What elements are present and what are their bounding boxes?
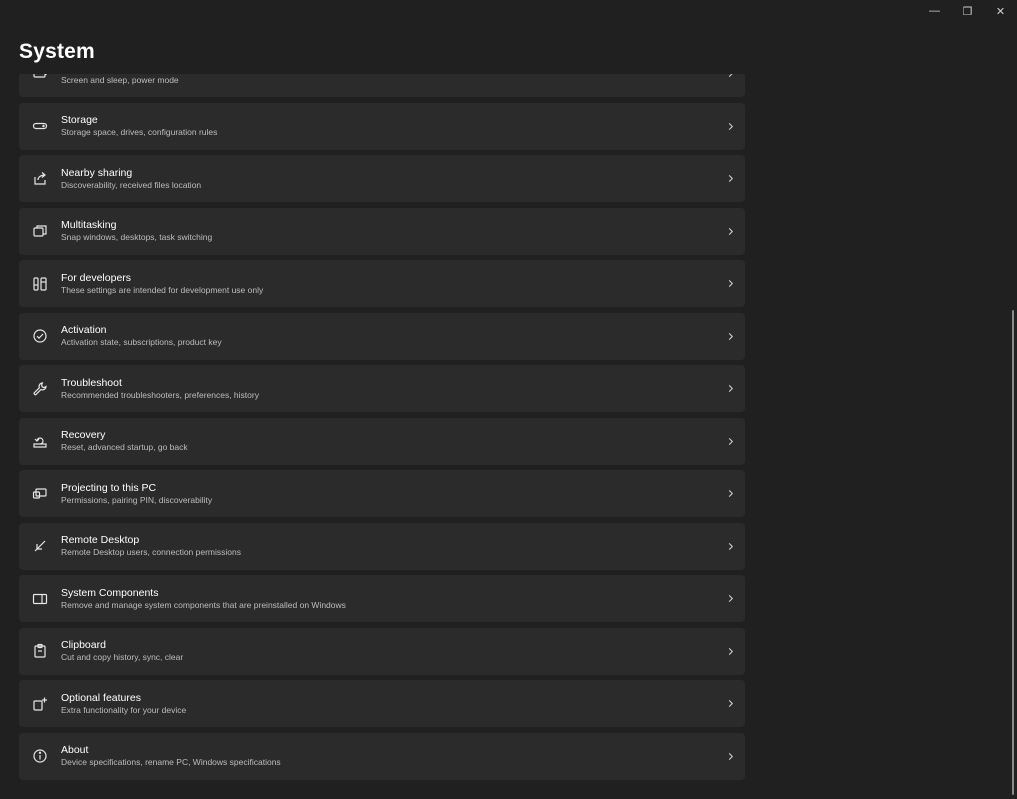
settings-item-optional-features[interactable]: Optional features Extra functionality for…: [19, 680, 745, 727]
info-icon: [19, 748, 61, 764]
settings-item-title: Storage: [61, 114, 98, 126]
settings-item-description: Snap windows, desktops, task switching: [61, 232, 213, 242]
settings-item-troubleshoot[interactable]: Troubleshoot Recommended troubleshooters,…: [19, 365, 745, 412]
settings-item-text: About Device specifications, rename PC, W…: [61, 744, 715, 768]
settings-item-text: Multitasking Snap windows, desktops, task…: [61, 219, 715, 243]
settings-item-power-battery[interactable]: Power & batteryScreen and sleep, power m…: [19, 74, 745, 97]
share-icon: [19, 171, 61, 187]
settings-item-title: Projecting to this PC: [61, 481, 157, 494]
settings-item-description: Cut and copy history, sync, clear: [61, 652, 184, 662]
developer-icon: [19, 276, 61, 292]
chevron-right-icon: [715, 332, 745, 341]
settings-item-system-components[interactable]: System Components Remove and manage syste…: [19, 575, 745, 622]
settings-list-viewport: Power & batteryScreen and sleep, power m…: [19, 74, 745, 799]
chevron-right-icon: [715, 437, 745, 446]
settings-item-title: Clipboard: [61, 639, 106, 651]
settings-item-title: Troubleshoot: [61, 376, 122, 389]
chevron-right-icon: [715, 384, 745, 393]
settings-item-title: About: [61, 744, 89, 756]
settings-item-text: Power & batteryScreen and sleep, power m…: [61, 74, 715, 86]
close-button[interactable]: ✕: [984, 0, 1017, 22]
settings-item-text: For developers These settings are intende…: [61, 272, 715, 296]
settings-item-for-developers[interactable]: For developers These settings are intende…: [19, 260, 745, 307]
settings-item-title: For developers: [61, 271, 132, 284]
settings-item-description: Remote Desktop users, connection permiss…: [61, 547, 241, 557]
settings-item-remote-desktop[interactable]: Remote Desktop Remote Desktop users, conn…: [19, 522, 745, 570]
settings-item-about[interactable]: About Device specifications, rename PC, W…: [19, 732, 745, 780]
settings-item-storage[interactable]: Storage Storage space, drives, configurat…: [19, 102, 745, 150]
settings-item-text: Projecting to this PC Permissions, pairin…: [61, 482, 715, 506]
page-title: System: [19, 40, 95, 63]
wrench-icon: [19, 381, 61, 397]
chevron-right-icon: [715, 647, 745, 656]
settings-item-description: Device specifications, rename PC, Window…: [61, 757, 281, 767]
settings-item-multitasking[interactable]: Multitasking Snap windows, desktops, task…: [19, 207, 745, 255]
remote-desktop-icon: [19, 538, 61, 554]
chevron-right-icon: [715, 279, 745, 288]
settings-item-clipboard[interactable]: Clipboard Cut and copy history, sync, cle…: [19, 627, 745, 675]
settings-item-text: Optional features Extra functionality for…: [61, 692, 715, 716]
settings-item-description: Permissions, pairing PIN, discoverabilit…: [61, 494, 213, 505]
chevron-right-icon: [715, 74, 745, 78]
settings-item-title: Nearby sharing: [61, 166, 133, 179]
chevron-right-icon: [715, 227, 745, 236]
clipboard-icon: [19, 643, 61, 659]
settings-item-description: Discoverability, received files location: [61, 179, 202, 190]
multitasking-icon: [19, 223, 61, 239]
power-icon: [19, 74, 61, 82]
chevron-right-icon: [715, 542, 745, 551]
settings-item-title: Recovery: [61, 429, 106, 441]
settings-item-title: Activation: [61, 324, 107, 336]
settings-item-text: Clipboard Cut and copy history, sync, cle…: [61, 639, 715, 663]
settings-item-description: Screen and sleep, power mode: [61, 74, 179, 85]
settings-item-text: System Components Remove and manage syste…: [61, 587, 715, 611]
settings-item-title: System Components: [61, 586, 159, 599]
settings-item-nearby-sharing[interactable]: Nearby sharing Discoverability, received …: [19, 155, 745, 202]
recovery-icon: [19, 433, 61, 449]
settings-item-text: Activation Activation state, subscription…: [61, 324, 715, 348]
settings-item-activation[interactable]: Activation Activation state, subscription…: [19, 312, 745, 360]
restore-button[interactable]: ❐: [951, 0, 984, 22]
components-icon: [19, 591, 61, 607]
settings-item-description: These settings are intended for developm…: [61, 284, 264, 295]
settings-item-text: Troubleshoot Recommended troubleshooters,…: [61, 377, 715, 401]
settings-item-description: Reset, advanced startup, go back: [61, 442, 188, 452]
settings-item-text: Storage Storage space, drives, configurat…: [61, 114, 715, 138]
settings-item-description: Extra functionality for your device: [61, 704, 187, 715]
settings-item-text: Nearby sharing Discoverability, received …: [61, 167, 715, 191]
settings-item-recovery[interactable]: Recovery Reset, advanced startup, go back: [19, 417, 745, 465]
chevron-right-icon: [715, 174, 745, 183]
window-controls: — ❐ ✕: [918, 0, 1017, 22]
settings-item-description: Recommended troubleshooters, preferences…: [61, 389, 259, 400]
settings-item-title: Multitasking: [61, 219, 117, 231]
optional-features-icon: [19, 696, 61, 712]
chevron-right-icon: [715, 752, 745, 761]
check-circle-icon: [19, 328, 61, 344]
settings-item-description: Storage space, drives, configuration rul…: [61, 127, 218, 137]
settings-item-description: Remove and manage system components that…: [61, 599, 346, 610]
projector-icon: [19, 486, 61, 502]
settings-item-title: Remote Desktop: [61, 534, 140, 546]
settings-item-text: Remote Desktop Remote Desktop users, conn…: [61, 534, 715, 558]
minimize-button[interactable]: —: [918, 0, 951, 22]
chevron-right-icon: [715, 122, 745, 131]
chevron-right-icon: [715, 489, 745, 498]
chevron-right-icon: [715, 699, 745, 708]
settings-list: Power & batteryScreen and sleep, power m…: [19, 74, 745, 780]
settings-item-projecting-to-this-pc[interactable]: Projecting to this PC Permissions, pairin…: [19, 470, 745, 517]
settings-item-title: Optional features: [61, 691, 141, 704]
storage-icon: [19, 118, 61, 134]
chevron-right-icon: [715, 594, 745, 603]
settings-item-description: Activation state, subscriptions, product…: [61, 337, 222, 347]
scrollbar[interactable]: [1012, 310, 1014, 795]
settings-item-text: Recovery Reset, advanced startup, go back: [61, 429, 715, 453]
